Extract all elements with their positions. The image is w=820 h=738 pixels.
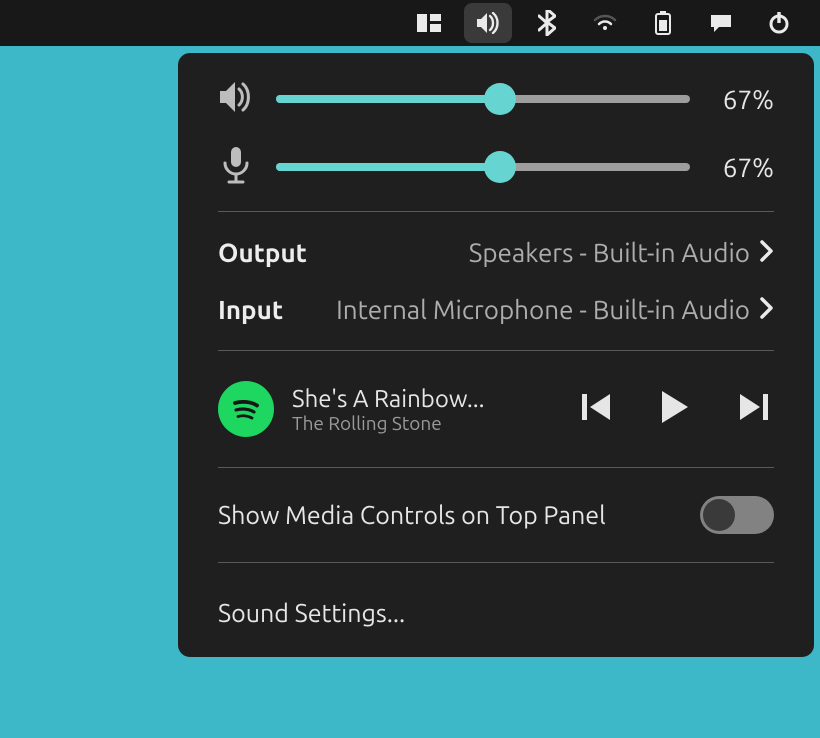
media-controls-toggle[interactable] [700, 496, 774, 534]
input-volume-value: 67% [712, 153, 774, 182]
input-device-value: Internal Microphone - Built-in Audio [336, 295, 750, 324]
output-volume-slider[interactable] [276, 95, 690, 103]
chat-tray-icon[interactable] [698, 0, 744, 46]
input-device-label: Input [218, 295, 283, 324]
input-device-row[interactable]: Input Internal Microphone - Built-in Aud… [218, 291, 774, 328]
output-slider-thumb[interactable] [484, 83, 516, 115]
media-title: She's A Rainbow... [292, 385, 564, 412]
divider [218, 350, 774, 351]
sound-panel: 67% 67% Output Speakers - Built-in Audio… [176, 51, 816, 659]
divider [218, 211, 774, 212]
media-artist: The Rolling Stone [292, 412, 564, 434]
divider [218, 562, 774, 563]
output-device-label: Output [218, 238, 307, 267]
play-icon[interactable] [660, 391, 690, 427]
battery-tray-icon[interactable] [640, 0, 686, 46]
speaker-icon [218, 81, 254, 117]
media-controls-toggle-row: Show Media Controls on Top Panel [218, 490, 774, 540]
media-controls-toggle-label: Show Media Controls on Top Panel [218, 501, 606, 529]
chevron-right-icon [760, 238, 774, 267]
top-panel [0, 0, 820, 46]
microphone-icon [218, 145, 254, 189]
divider [218, 467, 774, 468]
output-device-value: Speakers - Built-in Audio [469, 238, 750, 267]
media-info[interactable]: She's A Rainbow... The Rolling Stone [292, 385, 564, 434]
volume-tray-icon[interactable] [464, 3, 512, 43]
input-slider-thumb[interactable] [484, 151, 516, 183]
sound-settings-link[interactable]: Sound Settings... [218, 585, 774, 627]
output-volume-row: 67% [218, 81, 774, 117]
input-volume-row: 67% [218, 145, 774, 189]
bluetooth-tray-icon[interactable] [524, 0, 570, 46]
output-volume-value: 67% [712, 85, 774, 114]
power-tray-icon[interactable] [756, 0, 802, 46]
workspace-switcher-icon[interactable] [406, 0, 452, 46]
media-player-row: She's A Rainbow... The Rolling Stone [218, 373, 774, 445]
previous-track-icon[interactable] [582, 394, 612, 424]
wifi-tray-icon[interactable] [582, 0, 628, 46]
output-device-row[interactable]: Output Speakers - Built-in Audio [218, 234, 774, 271]
toggle-knob [703, 499, 735, 531]
next-track-icon[interactable] [738, 394, 768, 424]
spotify-icon[interactable] [218, 381, 274, 437]
input-volume-slider[interactable] [276, 163, 690, 171]
chevron-right-icon [760, 295, 774, 324]
